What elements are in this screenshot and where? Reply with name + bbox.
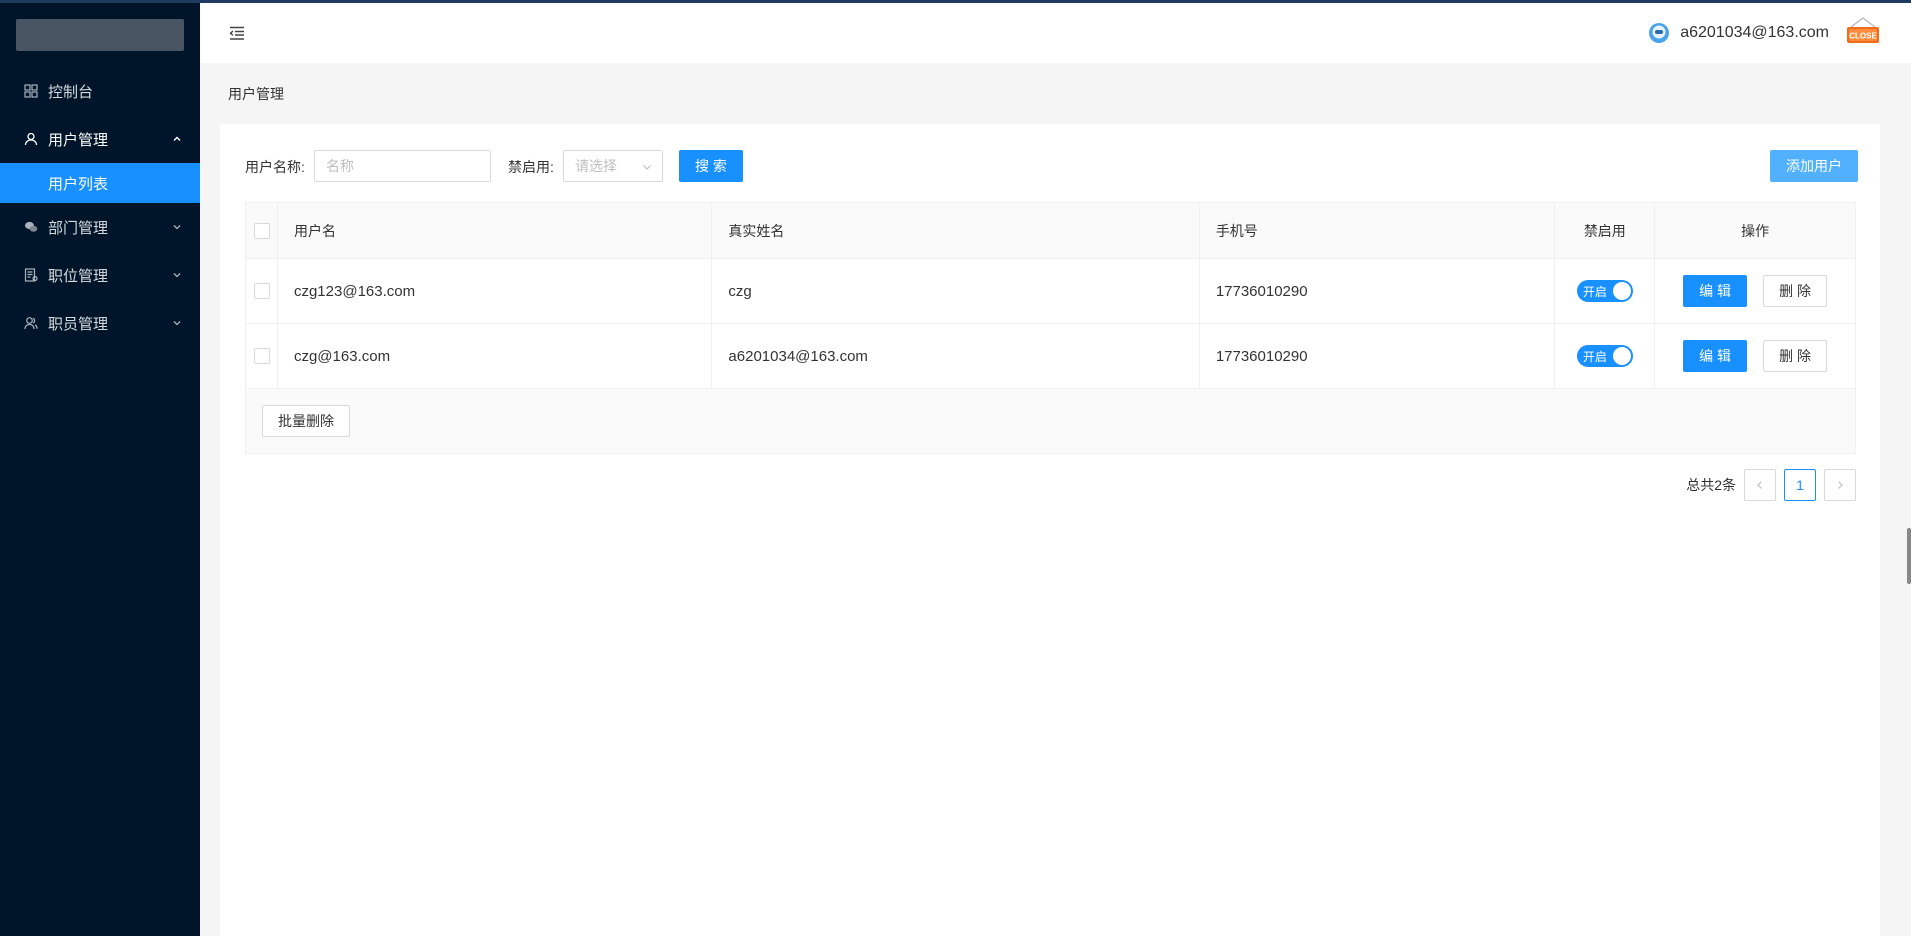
batch-delete-button[interactable]: 批量删除 [262,405,350,437]
toggle-knob [1612,282,1631,300]
column-header-username: 用户名 [278,203,713,258]
status-select-placeholder: 请选择 [575,158,617,174]
cell-username: czg123@163.com [278,259,713,323]
cell-phone: 17736010290 [1200,324,1556,388]
table-row: czg@163.com a6201034@163.com 17736010290… [246,324,1855,389]
chevron-down-icon [173,321,181,326]
breadcrumb: 用户管理 [228,86,284,102]
audit-icon [24,268,38,282]
sidebar-item-label: 控制台 [48,83,94,101]
sidebar-item-position-management[interactable]: 职位管理 [0,251,200,299]
sidebar-item-label: 职位管理 [48,267,109,285]
sidebar-item-label: 职员管理 [48,315,109,333]
status-select[interactable]: 请选择 [563,150,663,182]
sidebar-item-user-list[interactable]: 用户列表 [0,163,200,203]
cell-real-name: czg [712,259,1200,323]
pagination-page[interactable]: 1 [1784,469,1816,501]
toggle-knob [1612,347,1631,365]
edit-button[interactable]: 编 辑 [1683,340,1748,372]
pagination-next-button[interactable] [1824,469,1856,501]
table-header-row: 用户名 真实姓名 手机号 禁启用 操作 [246,203,1855,259]
column-header-actions: 操作 [1741,222,1770,239]
avatar [1649,23,1670,43]
pagination-prev-button[interactable] [1744,469,1776,501]
table-footer: 批量删除 [246,389,1855,453]
logo [16,19,184,51]
scrollbar[interactable] [1907,528,1911,584]
team-icon [24,316,38,330]
column-header-status: 禁启用 [1555,203,1656,258]
username-search-placeholder: 名称 [326,158,354,174]
sidebar-subitem-label: 用户列表 [48,175,109,193]
delete-button[interactable]: 删 除 [1763,275,1828,307]
cell-username: czg@163.com [278,324,713,388]
user-table: 用户名 真实姓名 手机号 禁启用 操作 czg123@163.com czg 1… [245,202,1856,454]
top-border [0,0,1911,3]
sidebar-menu: 控制台 用户管理 用户列表 部门管理 职位管理 职员管理 [0,67,200,347]
status-toggle[interactable]: 开启 [1576,280,1633,302]
status-toggle[interactable]: 开启 [1576,345,1633,367]
username-filter-label: 用户名称: [245,159,305,175]
chevron-down-icon [173,225,181,230]
row-checkbox[interactable] [254,348,270,364]
sidebar-item-user-management[interactable]: 用户管理 [0,115,200,163]
status-toggle-label: 开启 [1582,284,1607,299]
menu-fold-icon[interactable] [228,24,246,42]
pagination-total: 总共2条 [1686,477,1736,493]
username-search-input[interactable]: 名称 [314,150,491,182]
user-email: a6201034@163.com [1680,24,1829,41]
close-icon-label: CLOSE [1849,32,1877,41]
chevron-left-icon [1757,481,1762,489]
search-button[interactable]: 搜 索 [679,150,743,182]
sidebar-item-staff-management[interactable]: 职员管理 [0,299,200,347]
chevron-up-icon [173,136,181,141]
sidebar-item-label: 用户管理 [48,131,109,149]
cell-phone: 17736010290 [1200,259,1556,323]
row-checkbox[interactable] [254,283,270,299]
delete-button[interactable]: 删 除 [1763,340,1828,372]
sidebar-item-label: 部门管理 [48,219,109,237]
table-row: czg123@163.com czg 17736010290 开启 编 辑 删 … [246,259,1855,324]
chevron-down-icon [643,165,651,170]
sidebar: 控制台 用户管理 用户列表 部门管理 职位管理 职员管理 [0,0,200,936]
column-header-phone: 手机号 [1200,203,1556,258]
pagination: 总共2条 1 [1686,469,1856,501]
sidebar-item-department-management[interactable]: 部门管理 [0,203,200,251]
status-toggle-label: 开启 [1582,349,1607,364]
user-menu[interactable]: a6201034@163.com [1648,19,1829,47]
chevron-down-icon [173,273,181,278]
user-icon [24,132,38,146]
close-icon[interactable]: CLOSE [1843,13,1883,53]
main-panel: 用户名称: 名称 禁启用: 请选择 搜 索 添加用户 用户名 真实姓名 手机号 … [220,124,1880,936]
edit-button[interactable]: 编 辑 [1683,275,1748,307]
column-header-real-name: 真实姓名 [712,203,1200,258]
wechat-icon [24,220,38,234]
select-all-checkbox[interactable] [254,222,270,239]
cell-real-name: a6201034@163.com [712,324,1200,388]
status-filter-label: 禁启用: [508,159,554,175]
sidebar-item-dashboard[interactable]: 控制台 [0,67,200,115]
header: a6201034@163.com CLOSE [200,3,1911,63]
add-user-button[interactable]: 添加用户 [1770,150,1858,182]
chevron-right-icon [1838,481,1843,489]
dashboard-icon [24,84,38,98]
